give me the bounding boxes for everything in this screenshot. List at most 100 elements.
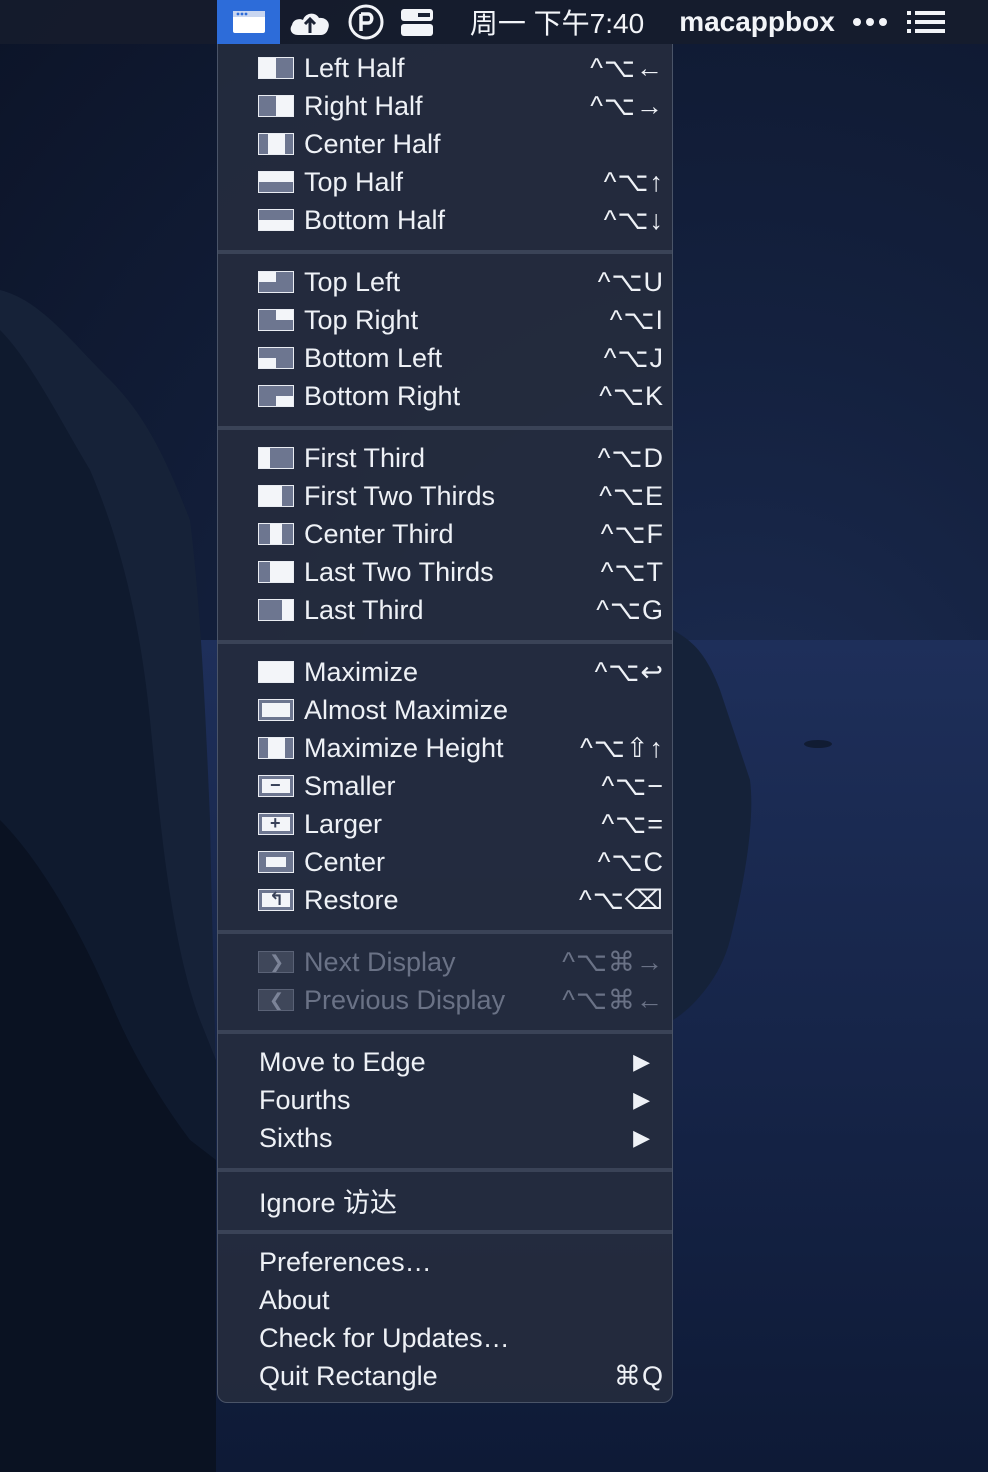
more-dots-icon[interactable] xyxy=(848,0,892,44)
menu-item-bottom-half[interactable]: Bottom Half ^⌥↓ xyxy=(218,201,672,239)
menu-item-first-third[interactable]: First Third ^⌥D xyxy=(218,439,672,477)
menu-item-label: Bottom Left xyxy=(304,342,443,373)
username-text: macappbox xyxy=(679,6,835,37)
menu-item-label: Last Two Thirds xyxy=(304,556,494,587)
menu-item-shortcut: ^⌥I xyxy=(609,304,664,335)
menubar-username[interactable]: macappbox xyxy=(676,0,838,44)
menu-item-shortcut: ^⌥↩ xyxy=(594,656,664,687)
menu-item-shortcut: ^⌥C xyxy=(597,846,664,877)
menu-item-label: Top Half xyxy=(304,166,404,197)
menu-separator xyxy=(218,930,672,934)
menu-item-shortcut: ^⌥E xyxy=(599,480,664,511)
menu-item-last-third[interactable]: Last Third ^⌥G xyxy=(218,591,672,629)
menu-item-label: Center Third xyxy=(304,518,454,549)
top-right-icon xyxy=(258,309,294,331)
submenu-arrow-icon: ▶ xyxy=(633,1087,650,1112)
hardware-icon[interactable] xyxy=(398,0,436,44)
larger-icon: + xyxy=(258,813,294,835)
menu-separator xyxy=(218,1168,672,1172)
menu-item-top-half[interactable]: Top Half ^⌥↑ xyxy=(218,163,672,201)
menu-item-label: Check for Updates… xyxy=(259,1322,510,1353)
menu-item-first-two-thirds[interactable]: First Two Thirds ^⌥E xyxy=(218,477,672,515)
menu-item-center-third[interactable]: Center Third ^⌥F xyxy=(218,515,672,553)
menu-item-larger[interactable]: + Larger ^⌥= xyxy=(218,805,672,843)
menu-item-move-to-edge[interactable]: Move to Edge ▶ xyxy=(218,1043,672,1081)
menu-item-maximize-height[interactable]: Maximize Height ^⌥⇧↑ xyxy=(218,729,672,767)
menu-item-bottom-right[interactable]: Bottom Right ^⌥K xyxy=(218,377,672,415)
menu-item-preferences[interactable]: Preferences… xyxy=(218,1243,672,1281)
menu-item-shortcut: ^⌥⌫ xyxy=(579,884,664,915)
p-shield-icon[interactable] xyxy=(345,0,387,44)
menu-item-label: Ignore 访达 xyxy=(259,1187,398,1218)
almost-maximize-icon xyxy=(258,699,294,721)
menu-item-shortcut: ^⌥↑ xyxy=(603,166,664,197)
menu-item-shortcut: ^⌥− xyxy=(601,770,664,801)
rectangle-dropdown-menu: Left Half ^⌥← Right Half ^⌥→ Center Half… xyxy=(217,44,673,1403)
menu-item-check-for-updates[interactable]: Check for Updates… xyxy=(218,1319,672,1357)
menu-item-center[interactable]: Center ^⌥C xyxy=(218,843,672,881)
menu-item-top-right[interactable]: Top Right ^⌥I xyxy=(218,301,672,339)
menu-item-shortcut: ^⌥← xyxy=(590,52,664,83)
menu-item-previous-display[interactable]: ❮ Previous Display ^⌥⌘← xyxy=(218,981,672,1019)
menu-item-last-two-thirds[interactable]: Last Two Thirds ^⌥T xyxy=(218,553,672,591)
menu-item-bottom-left[interactable]: Bottom Left ^⌥J xyxy=(218,339,672,377)
top-half-icon xyxy=(258,171,294,193)
menu-item-shortcut: ^⌥D xyxy=(597,442,664,473)
left-half-icon xyxy=(258,57,294,79)
menubar-clock[interactable]: 周一 下午7:40 xyxy=(462,0,652,44)
menu-separator xyxy=(218,426,672,430)
previous-display-icon: ❮ xyxy=(258,989,294,1011)
menu-item-almost-maximize[interactable]: Almost Maximize xyxy=(218,691,672,729)
center-half-icon xyxy=(258,133,294,155)
menu-item-label: Left Half xyxy=(304,52,405,83)
menu-item-shortcut: ^⌥T xyxy=(600,556,664,587)
submenu-arrow-icon: ▶ xyxy=(633,1049,650,1074)
bottom-right-icon xyxy=(258,385,294,407)
menu-item-sixths[interactable]: Sixths ▶ xyxy=(218,1119,672,1157)
menu-item-right-half[interactable]: Right Half ^⌥→ xyxy=(218,87,672,125)
top-left-icon xyxy=(258,271,294,293)
menu-item-label: About xyxy=(259,1284,330,1315)
maximize-icon xyxy=(258,661,294,683)
menu-item-shortcut: ^⌥= xyxy=(601,808,664,839)
menu-item-label: Sixths xyxy=(259,1122,333,1153)
menu-item-top-left[interactable]: Top Left ^⌥U xyxy=(218,263,672,301)
menu-item-fourths[interactable]: Fourths ▶ xyxy=(218,1081,672,1119)
menu-item-about[interactable]: About xyxy=(218,1281,672,1319)
cloud-icon[interactable] xyxy=(286,0,334,44)
menu-item-label: Right Half xyxy=(304,90,423,121)
menu-item-label: Smaller xyxy=(304,770,396,801)
first-two-thirds-icon xyxy=(258,485,294,507)
next-display-icon: ❯ xyxy=(258,951,294,973)
bottom-half-icon xyxy=(258,209,294,231)
first-third-icon xyxy=(258,447,294,469)
menu-item-center-half[interactable]: Center Half xyxy=(218,125,672,163)
list-menu-icon[interactable] xyxy=(902,0,950,44)
menu-item-shortcut: ^⌥⇧↑ xyxy=(580,732,664,763)
menu-item-label: Larger xyxy=(304,808,383,839)
menu-item-maximize[interactable]: Maximize ^⌥↩ xyxy=(218,653,672,691)
submenu-arrow-icon: ▶ xyxy=(633,1125,650,1150)
menu-item-restore[interactable]: ↰ Restore ^⌥⌫ xyxy=(218,881,672,919)
last-two-thirds-icon xyxy=(258,561,294,583)
menu-item-ignore-app[interactable]: Ignore 访达 xyxy=(218,1181,672,1219)
menu-item-quit[interactable]: Quit Rectangle ⌘Q xyxy=(218,1357,672,1395)
menu-separator xyxy=(218,1030,672,1034)
menu-item-next-display[interactable]: ❯ Next Display ^⌥⌘→ xyxy=(218,943,672,981)
menu-separator xyxy=(218,250,672,254)
clock-text: 周一 下午7:40 xyxy=(469,8,645,39)
menu-item-left-half[interactable]: Left Half ^⌥← xyxy=(218,49,672,87)
menu-item-label: Move to Edge xyxy=(259,1046,426,1077)
rectangle-app-icon[interactable] xyxy=(217,0,280,44)
menu-item-label: Preferences… xyxy=(259,1246,432,1277)
menu-item-shortcut: ^⌥→ xyxy=(590,90,664,121)
menu-separator xyxy=(218,640,672,644)
menu-item-shortcut: ^⌥↓ xyxy=(603,204,664,235)
menu-item-shortcut: ^⌥K xyxy=(599,380,664,411)
menu-item-label: Fourths xyxy=(259,1084,351,1115)
menu-item-smaller[interactable]: − Smaller ^⌥− xyxy=(218,767,672,805)
menu-item-label: Restore xyxy=(304,884,399,915)
smaller-icon: − xyxy=(258,775,294,797)
menu-item-label: Almost Maximize xyxy=(304,694,509,725)
menu-item-shortcut: ^⌥⌘→ xyxy=(562,946,664,977)
